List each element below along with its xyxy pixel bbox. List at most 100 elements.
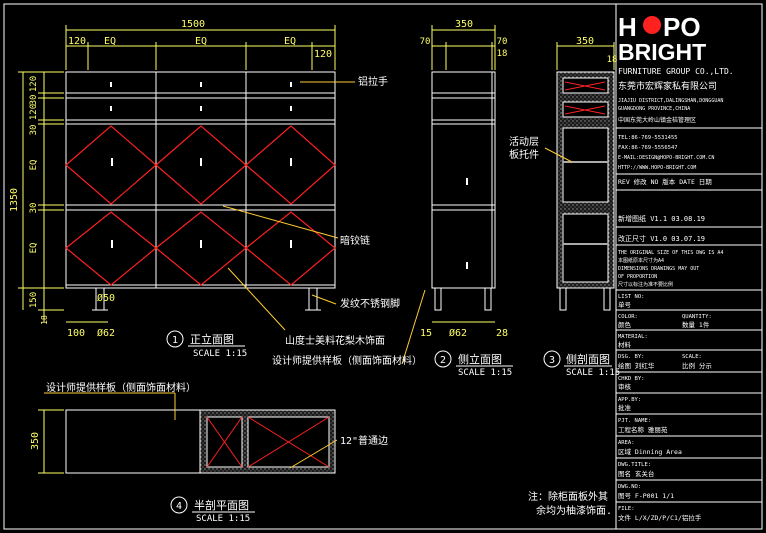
label-shelf-support: 板托件 [509,148,539,161]
note-line-2: 余均为柚漆饰面. [536,504,612,517]
view-3-scale: SCALE 1:15 [566,368,620,378]
view-2-number: 2 [440,355,446,366]
dsg-label: DSG. BY: [618,354,645,360]
section-dim-18: 18 [607,55,618,65]
view-2-scale: SCALE 1:15 [458,368,512,378]
company-cn: 东莞市宏辉家私有限公司 [618,80,717,92]
front-elevation [18,25,336,323]
handle-icon [290,158,292,166]
handle-icon [110,106,112,111]
dim-row-30: 30 [29,95,39,106]
quantity-label: QUANTITY: [682,314,712,320]
label-hinge: 暗铰链 [340,234,370,247]
dim-side-left: 120 [68,36,86,47]
material-label: MATERIAL: [618,334,648,340]
dim-total-width: 1500 [181,19,205,30]
dim-row-120b: 120 [29,104,39,120]
handle-icon [200,240,202,248]
area-cn: 区域 Dinning Area [618,447,682,456]
orig-5: 尺寸以标注为准不要比例 [618,281,673,288]
view-4-title: 半剖平面图 [194,498,249,512]
tel: TEL:86-769-5531455 [618,135,678,141]
dim-height: 1350 [9,188,20,212]
side-section [556,42,615,311]
pjt-cn: 工程名称 雅丽苑 [618,425,668,434]
handle-icon [200,82,202,87]
view-1-title: 正立面图 [190,332,234,346]
leg-diameter: Ø50 [97,292,115,304]
dim-eq-1: EQ [104,36,116,47]
side-foot-diameter: Ø62 [449,327,467,339]
dim-foot-offset: 100 [67,328,85,339]
label-movable-shelf: 活动层 [509,136,539,148]
logo-bright: BRIGHT [618,39,706,65]
side-elevation [431,25,496,323]
dsg-cn: 绘图 刘红华 [618,361,655,370]
label-supply: 设计师提供样板（侧面饰面材料） [272,354,422,367]
dim-row-30c: 30 [29,203,39,214]
chkd-cn: 审核 [618,382,632,391]
side-dim-depth: 350 [455,19,473,30]
dim-eq-v2: EQ [29,243,39,254]
address-cn: 中国东莞大岭山镇金桔管理区 [618,116,696,124]
file-label: FILE: [618,506,635,512]
fax: FAX:86-769-5556547 [618,145,678,151]
area-label: AREA: [618,440,635,446]
address-1: JIAJIU DISTRICT,DALINGSHAN,DONGGUAN [618,98,723,104]
handle-icon [290,106,292,111]
plan-label-supply: 设计师提供样板（侧面饰面材料） [46,381,196,394]
dwg-no-cn: 图号 F-P001 1/1 [618,492,674,500]
side-dim-18: 18 [497,49,508,59]
plan-half-section [38,409,336,474]
orig-2: 本图纸原本尺寸为A4 [618,257,664,264]
side-handle-marks [466,178,468,269]
logo-h: H [618,12,637,42]
color-cn: 颜色 [618,320,632,329]
view-3-title: 侧剖面图 [566,352,610,366]
color-label: COLOR: [618,314,638,320]
revision-1: 新增图纸 V1.1 03.08.19 [618,214,705,223]
foot-diameter: Ø62 [97,327,115,339]
view-1-number: 1 [172,335,178,346]
logo-dot-icon [643,16,661,34]
scale-cn: 比例 分示 [682,361,712,370]
label-handle: 铝拉手 [358,75,388,88]
dim-leg: 150 [29,292,39,308]
material-cn: 材料 [618,340,632,349]
file-cn: 文件 L/X/ZD/P/C1/铝拉手 [618,513,702,522]
dim-side-right: 120 [314,49,332,60]
website: HTTP://WWW.HOPO-BRIGHT.COM [618,165,696,171]
dim-base: 18 [40,315,49,325]
side-dim-15: 15 [420,328,432,339]
dim-row-120: 120 [29,76,39,92]
view-1-scale: SCALE 1:15 [193,349,247,359]
pjt-label: PJT. NAME: [618,418,651,424]
orig-3: DIMENSIONS DRAWINGS MAY OUT [618,266,699,272]
title-block: H PO BRIGHT FURNITURE GROUP CO.,LTD. 东莞市… [616,12,762,522]
view-3-number: 3 [549,355,555,366]
list-no-cn: 单号 [618,300,632,309]
appby-cn: 批准 [618,403,632,412]
label-veneer: 山度士美料花梨木饰面 [285,334,385,347]
dim-row-30b: 30 [29,125,39,136]
revision-header: REV 修改 NO 版本 DATE 日期 [618,177,712,186]
scale-label: SCALE: [682,354,702,360]
handle-icon [200,158,202,166]
section-dim-depth: 350 [576,36,594,47]
handle-icon [290,82,292,87]
orig-4: OF PROPORTION [618,274,657,280]
dwg-no-label: DWG.NO: [618,484,641,490]
view-4-number: 4 [176,501,182,512]
handle-icon [110,82,112,87]
chkd-label: CHKD BY: [618,376,645,382]
handle-icon [290,240,292,248]
side-dim-70-right: 70 [497,37,508,47]
orig-1: THE ORIGINAL SIZE OF THIS DWG IS A4 [618,250,723,256]
quantity-cn: 数量 1件 [682,320,710,329]
view-4-scale: SCALE 1:15 [196,514,250,524]
handle-marks [110,82,292,248]
dim-eq-2: EQ [195,36,207,47]
logo-subtitle: FURNITURE GROUP CO.,LTD. [618,67,734,76]
plan-label-edge: 12"普通边 [340,434,388,447]
logo-po: PO [663,12,701,42]
